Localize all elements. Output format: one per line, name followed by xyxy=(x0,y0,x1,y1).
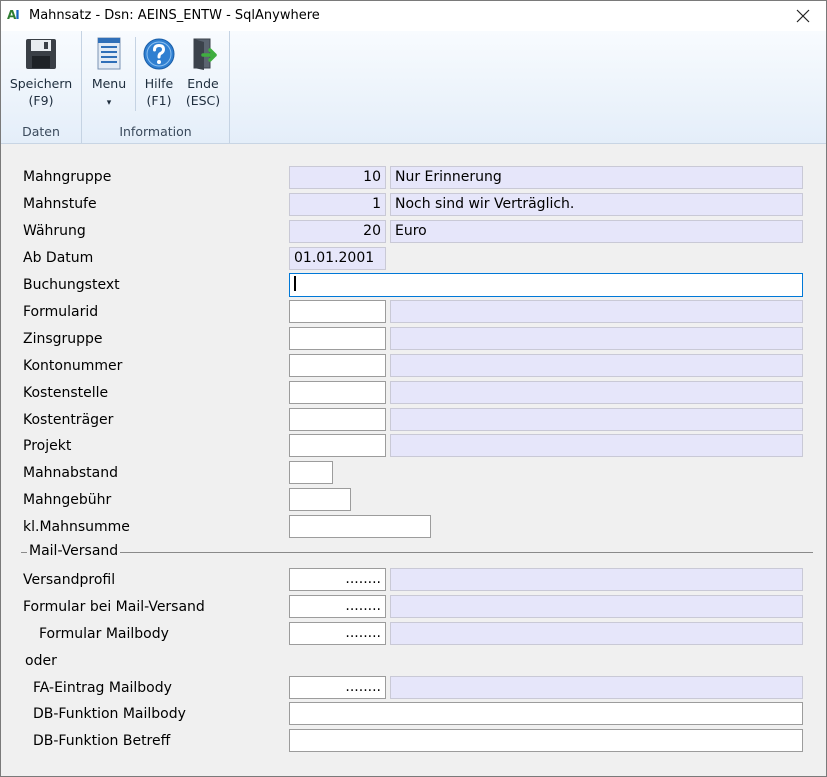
save-shortcut: (F9) xyxy=(28,93,54,108)
help-icon xyxy=(143,38,175,70)
exit-label: Ende xyxy=(187,76,219,91)
kostentraeger-label: Kostenträger xyxy=(23,412,114,428)
main-window: AI Mahnsatz - Dsn: AEINS_ENTW - SqlAnywh… xyxy=(0,0,827,777)
app-logo-icon: AI xyxy=(7,8,20,22)
help-shortcut: (F1) xyxy=(146,93,172,108)
ribbon-group-information: Menu ▾ Hilfe (F1) Ende (ESC) Information xyxy=(82,31,230,143)
projekt-input[interactable] xyxy=(289,434,386,457)
save-button[interactable]: Speichern (F9) xyxy=(7,35,75,109)
kontonummer-input[interactable] xyxy=(289,354,386,377)
mail-versand-section-header: Mail-Versand xyxy=(21,543,813,559)
kostenstelle-text-field xyxy=(390,381,803,404)
mahngebuehr-input[interactable] xyxy=(289,488,351,511)
kontonummer-text-field xyxy=(390,354,803,377)
exit-button[interactable]: Ende (ESC) xyxy=(182,35,224,109)
versandprofil-text-field xyxy=(390,568,803,591)
db-funktion-mailbody-input[interactable] xyxy=(289,702,803,725)
formular-mail-versand-label: Formular bei Mail-Versand xyxy=(23,599,205,615)
window-title: Mahnsatz - Dsn: AEINS_ENTW - SqlAnywhere xyxy=(29,8,320,23)
menu-button[interactable]: Menu ▾ xyxy=(88,35,130,112)
buchungstext-input[interactable] xyxy=(289,273,803,297)
ribbon-group-daten: Speichern (F9) Daten xyxy=(1,31,82,143)
formular-mailbody-input[interactable]: ........ xyxy=(289,622,386,645)
ab-datum-field[interactable]: 01.01.2001 xyxy=(289,247,386,270)
mahnabstand-input[interactable] xyxy=(289,461,333,484)
zinsgruppe-label: Zinsgruppe xyxy=(23,331,103,347)
mahnstufe-code-field[interactable]: 1 xyxy=(289,193,386,216)
exit-shortcut: (ESC) xyxy=(185,93,221,108)
mahnabstand-label: Mahnabstand xyxy=(23,465,118,481)
mahngebuehr-label: Mahngebühr xyxy=(23,492,112,508)
help-label: Hilfe xyxy=(144,76,174,91)
oder-label: oder xyxy=(25,653,57,669)
mahnsatz-form: Mahngruppe 10 Nur Erinnerung Mahnstufe 1… xyxy=(1,144,826,776)
title-bar: AI Mahnsatz - Dsn: AEINS_ENTW - SqlAnywh… xyxy=(1,1,826,31)
floppy-disk-icon xyxy=(26,39,56,69)
close-button[interactable] xyxy=(780,1,826,31)
fa-eintrag-mailbody-text-field xyxy=(390,676,803,699)
buchungstext-label: Buchungstext xyxy=(23,277,120,293)
db-funktion-betreff-label: DB-Funktion Betreff xyxy=(33,733,171,749)
kl-mahnsumme-label: kl.Mahnsumme xyxy=(23,519,130,535)
db-funktion-mailbody-label: DB-Funktion Mailbody xyxy=(33,706,186,722)
chevron-down-icon: ▾ xyxy=(106,98,112,108)
mahngruppe-text-field: Nur Erinnerung xyxy=(390,166,803,189)
kostentraeger-text-field xyxy=(390,408,803,431)
mahngruppe-code-field[interactable]: 10 xyxy=(289,166,386,189)
formularid-input[interactable] xyxy=(289,300,386,323)
waehrung-code-field[interactable]: 20 xyxy=(289,220,386,243)
formular-mailbody-text-field xyxy=(390,622,803,645)
kontonummer-label: Kontonummer xyxy=(23,358,123,374)
projekt-text-field xyxy=(390,434,803,457)
fa-eintrag-mailbody-label: FA-Eintrag Mailbody xyxy=(33,680,172,696)
formularid-text-field xyxy=(390,300,803,323)
kl-mahnsumme-input[interactable] xyxy=(289,515,431,538)
close-icon xyxy=(796,9,810,23)
menu-label: Menu xyxy=(91,76,127,91)
fa-eintrag-mailbody-input[interactable]: ........ xyxy=(289,676,386,699)
exit-door-icon xyxy=(193,38,217,70)
kostentraeger-input[interactable] xyxy=(289,408,386,431)
mahnstufe-text-field: Noch sind wir Verträglich. xyxy=(390,193,803,216)
mail-versand-title: Mail-Versand xyxy=(27,543,121,559)
waehrung-text-field: Euro xyxy=(390,220,803,243)
ribbon-separator xyxy=(135,37,136,111)
mahngruppe-label: Mahngruppe xyxy=(23,169,112,185)
save-label: Speichern xyxy=(9,76,73,91)
group-label-daten: Daten xyxy=(22,124,60,139)
section-divider xyxy=(21,552,813,553)
zinsgruppe-input[interactable] xyxy=(289,327,386,350)
formular-mail-versand-text-field xyxy=(390,595,803,618)
ribbon-toolbar: Speichern (F9) Daten Menu ▾ Hilfe (F1) E… xyxy=(1,31,826,144)
formular-mailbody-label: Formular Mailbody xyxy=(39,626,169,642)
mahnstufe-label: Mahnstufe xyxy=(23,196,97,212)
projekt-label: Projekt xyxy=(23,438,72,454)
ab-datum-label: Ab Datum xyxy=(23,250,94,266)
db-funktion-betreff-input[interactable] xyxy=(289,729,803,752)
text-caret xyxy=(294,275,296,291)
formular-mail-versand-input[interactable]: ........ xyxy=(289,595,386,618)
zinsgruppe-text-field xyxy=(390,327,803,350)
group-label-information: Information xyxy=(119,124,192,139)
kostenstelle-input[interactable] xyxy=(289,381,386,404)
versandprofil-input[interactable]: ........ xyxy=(289,568,386,591)
kostenstelle-label: Kostenstelle xyxy=(23,385,109,401)
versandprofil-label: Versandprofil xyxy=(23,572,116,588)
waehrung-label: Währung xyxy=(23,223,86,239)
formularid-label: Formularid xyxy=(23,304,99,320)
menu-document-icon xyxy=(97,37,121,70)
help-button[interactable]: Hilfe (F1) xyxy=(139,35,179,109)
